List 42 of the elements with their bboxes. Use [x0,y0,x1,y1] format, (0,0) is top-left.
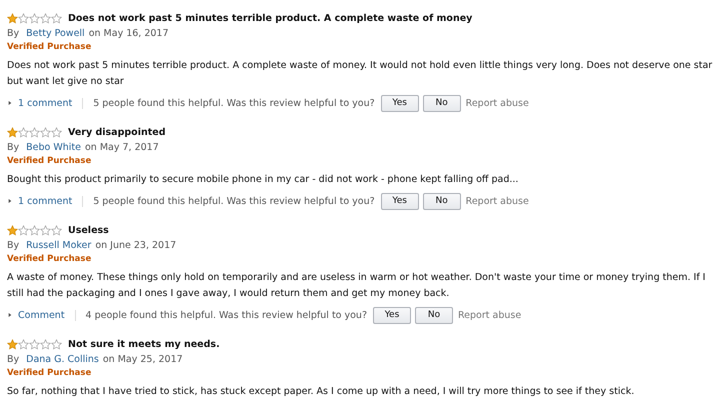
yes-button[interactable]: Yes [373,306,411,324]
helpful-count: 4 people found this helpful. Was this review helpful to you? [86,310,367,320]
review-text: Does not work past 5 minutes terrible product. A complete waste of money. It would not hold even little things very long. Does not deserve one star but want let give no star [7,59,714,89]
review-date: on May 25, 2017 [102,354,183,364]
review-title: Not sure it meets my needs. [68,338,220,350]
report-abuse-link[interactable]: Report abuse [466,98,529,108]
verified-purchase-label: Verified Purchase [7,253,92,266]
author-link[interactable]: Betty Powell [26,28,85,38]
by-label: By [7,28,20,38]
yes-button[interactable]: Yes [380,192,419,210]
author-link[interactable]: Russell Moker [26,240,92,250]
report-abuse-link[interactable]: Report abuse [458,310,522,320]
by-label: By [7,354,20,364]
review-text: Bought this product primarily to secure mobile phone in my car - did not work - phone kept falling off pad... [7,173,520,187]
helpful-count: 5 people found this helpful. Was this review helpful to you? [93,196,375,206]
no-button[interactable]: No [415,306,453,324]
by-label: By [7,142,20,152]
yes-button[interactable]: Yes [380,94,419,112]
review-title: Useless [68,224,109,236]
review-date: on June 23, 2017 [95,240,176,250]
expand-triangle-icon [8,312,12,318]
comments-link[interactable]: 1 comment [18,98,72,108]
expand-triangle-icon [8,198,12,204]
helpful-count: 5 people found this helpful. Was this review helpful to you? [93,98,375,108]
comments-link[interactable]: 1 comment [18,196,72,206]
author-link[interactable]: Dana G. Collins [26,354,99,364]
review-date: on May 16, 2017 [88,28,169,38]
review-title: Does not work past 5 minutes terrible product. A complete waste of money [68,12,472,24]
review-text: A waste of money. These things only hold on temporarily and are useless in warm or hot weather. Don't waste your time or money trying them. If I still had the packaging and I ones I gave away, I would return them and get my money back. [7,271,706,301]
author-link[interactable]: Bebo White [26,142,81,152]
verified-purchase-label: Verified Purchase [7,41,92,54]
comments-link[interactable]: Comment [18,310,65,320]
review-text: So far, nothing that I have tried to stick, has stuck except paper. As I come up with a need, I will try more things to see if they stick. [7,385,636,399]
no-button[interactable]: No [422,192,461,210]
verified-purchase-label: Verified Purchase [7,367,92,380]
verified-purchase-label: Verified Purchase [7,155,92,168]
report-abuse-link[interactable]: Report abuse [466,196,529,206]
no-button[interactable]: No [422,94,461,112]
review-title: Very disappointed [68,126,166,138]
review-date: on May 7, 2017 [85,142,159,152]
by-label: By [7,240,20,250]
expand-triangle-icon [8,100,12,106]
